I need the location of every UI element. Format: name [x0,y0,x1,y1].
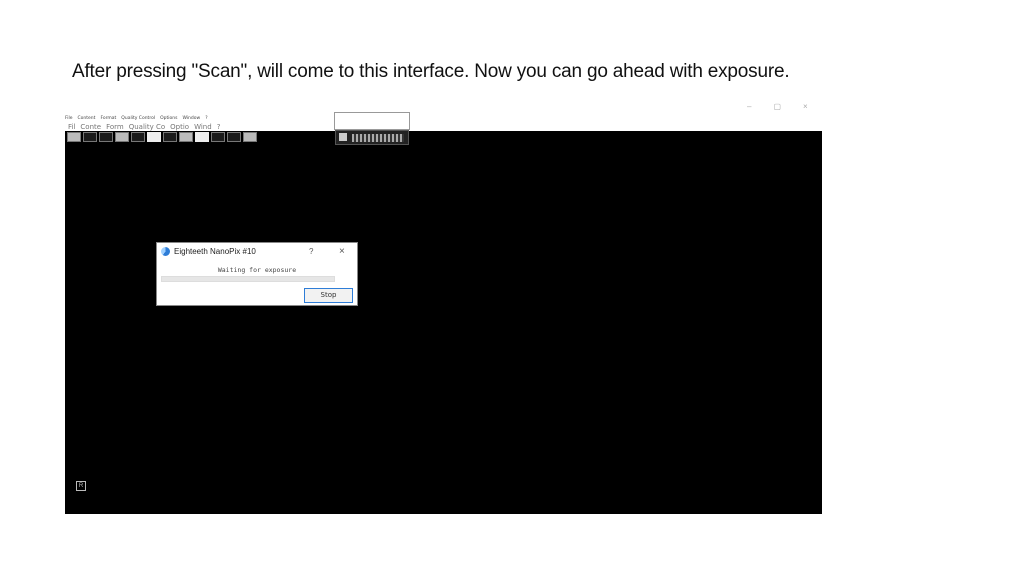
close-icon[interactable]: × [339,246,345,257]
window-controls: – ▢ × [747,102,808,111]
layout-icon[interactable] [131,131,145,142]
dialog-message: Waiting for exposure [217,266,297,274]
stop-button[interactable]: Stop [304,288,353,303]
slide-caption: After pressing "Scan", will come to this… [72,61,790,82]
exposure-dialog: Eighteeth NanoPix #10 ? × Waiting for ex… [156,242,358,306]
exit-icon[interactable] [243,131,257,142]
help-icon[interactable]: ? [309,247,313,256]
dialog-title: Eighteeth NanoPix #10 [174,247,256,256]
toolbar [65,130,287,143]
app-logo-icon [161,247,170,256]
sensor-device[interactable] [335,130,409,145]
progress-bar [161,276,335,282]
dental-chart-icon [352,134,404,142]
grid-icon[interactable] [163,131,177,142]
device-icon-2[interactable] [195,131,209,142]
tools-icon[interactable] [115,131,129,142]
app-screenshot: File Content Format Quality Control Opti… [65,102,822,514]
sensor-icon [339,133,347,141]
device-selector[interactable] [334,112,410,130]
export-icon[interactable] [227,131,241,142]
close-icon[interactable]: × [803,102,808,111]
minimize-icon[interactable]: – [747,102,751,111]
print-icon[interactable] [99,131,113,142]
open-icon[interactable] [83,131,97,142]
dialog-title-bar: Eighteeth NanoPix #10 [161,247,256,256]
view-icon[interactable] [211,131,225,142]
save-icon[interactable] [67,131,81,142]
sensor-icon[interactable] [179,131,193,142]
device-icon[interactable] [147,131,161,142]
maximize-icon[interactable]: ▢ [773,102,781,111]
orientation-marker: R [76,481,86,491]
